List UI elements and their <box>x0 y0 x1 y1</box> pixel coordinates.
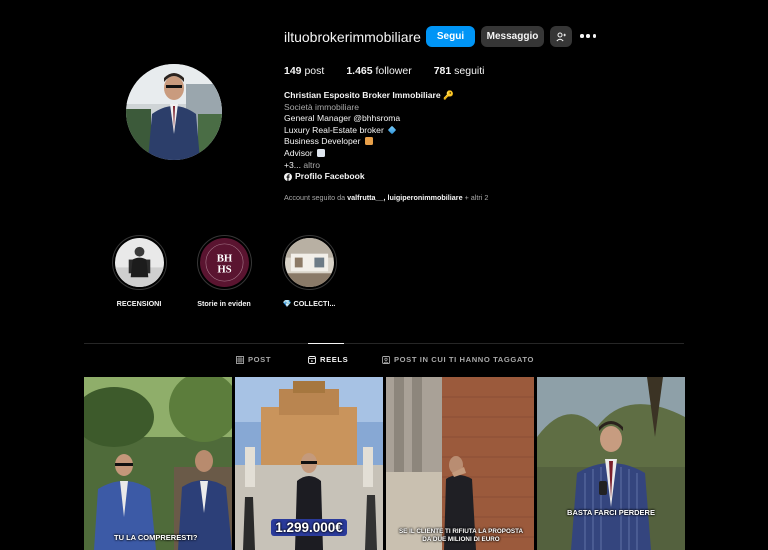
more-dot <box>586 34 590 38</box>
reel-price-caption: 1.299.000€ <box>271 519 347 536</box>
bio-category: Società immobiliare <box>284 101 359 112</box>
profile-bio: Christian Esposito Broker Immobiliare 🔑 … <box>284 90 454 183</box>
bio-line-business: Business Developer <box>284 136 454 148</box>
bio-line-advisor: Advisor <box>284 148 454 160</box>
bhhs-logo: BHHS <box>199 238 249 287</box>
highlight-label: Storie in eviden <box>197 299 251 308</box>
profile-username: iltuobrokerimmobiliare <box>284 29 421 45</box>
highlight-collection[interactable]: 💎 COLLECTI... <box>269 235 349 308</box>
posts-count: 149 <box>284 65 302 77</box>
followed-by-users[interactable]: valfrutta__, luigiperonimmobiliare <box>347 193 462 202</box>
tab-reels-label: REELS <box>320 355 349 364</box>
follow-button[interactable]: Segui <box>426 26 475 47</box>
diamond-emoji-icon <box>387 125 397 135</box>
highlight-cover <box>284 238 334 287</box>
tab-reels[interactable]: REELS <box>308 355 348 364</box>
tab-tagged-label: POST IN CUI TI HANNO TAGGATO <box>394 355 534 364</box>
chart-emoji-icon <box>317 148 326 157</box>
reel-caption: SE IL CLIENTE TI RIFIUTA LA PROPOSTA DA … <box>398 528 524 543</box>
reel-tile[interactable]: 1.299.000€ <box>235 377 383 550</box>
svg-text:HS: HS <box>217 263 231 275</box>
posts-label: post <box>304 65 325 77</box>
followed-by-line[interactable]: Account seguito da valfrutta__, luigiper… <box>284 193 488 202</box>
bio-line-business-text: Business Developer <box>284 136 361 147</box>
highlight-ring <box>281 235 337 290</box>
more-dot <box>592 34 596 38</box>
facebook-label: Profilo Facebook <box>295 171 365 182</box>
tab-tagged[interactable]: POST IN CUI TI HANNO TAGGATO <box>382 355 534 364</box>
followers-label: follower <box>375 65 412 77</box>
profile-avatar[interactable] <box>126 64 222 160</box>
tagged-icon <box>382 355 390 364</box>
more-options-icon <box>580 34 584 38</box>
bio-more-link[interactable]: altro <box>303 160 320 170</box>
highlight-cover: BH HS <box>199 238 249 287</box>
bio-name-line: Christian Esposito Broker Immobiliare 🔑 <box>284 90 454 102</box>
highlight-cover <box>114 238 164 287</box>
highlight-label: 💎 COLLECTI... <box>282 299 336 308</box>
facebook-icon <box>284 172 292 181</box>
reel-tile[interactable]: TU LA COMPRERESTI? <box>84 377 232 550</box>
posts-stat: 149 post <box>284 65 324 77</box>
reel-tile[interactable]: SE IL CLIENTE TI RIFIUTA LA PROPOSTA DA … <box>386 377 534 550</box>
tab-post[interactable]: POST <box>236 355 271 364</box>
facebook-profile-link[interactable]: Profilo Facebook <box>284 171 454 183</box>
reel-caption: TU LA COMPRERESTI? <box>114 533 198 542</box>
followed-by-prefix: Account seguito da <box>284 193 346 202</box>
key-emoji-icon: 🔑 <box>443 90 454 100</box>
followed-by-suffix: + altri 2 <box>464 193 489 202</box>
bio-line-advisor-text: Advisor <box>284 147 313 158</box>
bio-truncated: +3... <box>284 159 301 170</box>
profile-stats: 149 post 1.465 follower 781 seguiti <box>284 65 507 77</box>
following-count: 781 <box>433 65 452 77</box>
reel-tile[interactable]: BASTA FARCI PERDERE <box>537 377 685 550</box>
followers-stat[interactable]: 1.465 follower <box>346 65 411 77</box>
reels-grid: TU LA COMPRERESTI? 1.299.000€ SE IL CLIE… <box>84 377 685 550</box>
reels-icon <box>308 355 316 364</box>
message-button[interactable]: Messaggio <box>481 26 544 47</box>
suggested-users-button[interactable] <box>550 26 572 47</box>
following-stat[interactable]: 781 seguiti <box>434 65 485 77</box>
highlight-ring <box>111 235 167 290</box>
grid-icon <box>236 355 244 364</box>
highlight-ring: BH HS <box>196 235 252 290</box>
add-user-icon <box>556 32 566 41</box>
highlight-recensioni[interactable]: RECENSIONI <box>99 235 179 308</box>
bio-line: General Manager @bhhsroma <box>284 113 401 124</box>
highlight-label: RECENSIONI <box>116 299 162 308</box>
house-emoji-icon <box>364 137 373 146</box>
bio-line-luxury: Luxury Real-Estate broker <box>284 125 454 137</box>
reel-caption: BASTA FARCI PERDERE <box>567 508 655 517</box>
bio-full-name: Christian Esposito Broker Immobiliare <box>284 90 441 100</box>
tab-post-label: POST <box>248 355 272 364</box>
bio-line-luxury-text: Luxury Real-Estate broker <box>284 124 384 135</box>
tabs-divider <box>84 343 684 344</box>
highlight-storie[interactable]: BH HS Storie in eviden <box>184 235 264 308</box>
reel-caption: 1.299.000€ <box>235 519 383 536</box>
more-options-button[interactable] <box>580 30 596 42</box>
active-tab-indicator <box>308 343 344 344</box>
bio-more-line[interactable]: +3... altro <box>284 160 454 172</box>
following-label: seguiti <box>454 65 485 77</box>
followers-count: 1.465 <box>346 65 373 77</box>
